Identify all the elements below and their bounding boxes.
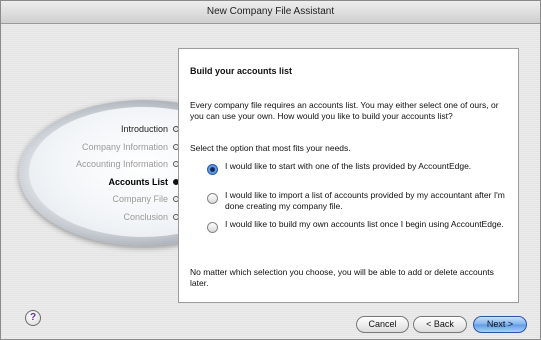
option-label[interactable]: I would like to import a list of account…	[225, 190, 505, 212]
step-conclusion: Conclusion	[1, 209, 180, 227]
step-label: Accounting Information	[75, 159, 168, 169]
assistant-window: New Company File Assistant Introduction …	[0, 0, 541, 340]
help-button[interactable]: ?	[25, 310, 41, 326]
next-button[interactable]: Next >	[473, 316, 527, 333]
prompt-text: Select the option that most fits your ne…	[190, 143, 351, 153]
content-panel: Build your accounts list Every company f…	[178, 48, 519, 303]
step-accounts-list: Accounts List	[1, 174, 180, 192]
step-company-file: Company File	[1, 191, 180, 209]
radio-button[interactable]	[207, 193, 218, 204]
step-accounting-information: Accounting Information	[1, 156, 180, 174]
step-list: Introduction Company Information Account…	[1, 121, 180, 226]
step-label: Company Information	[81, 141, 168, 152]
step-label: Company File	[112, 194, 168, 204]
footer-note: No matter which selection you choose, yo…	[190, 267, 494, 288]
step-label: Introduction	[120, 124, 168, 134]
window-title: New Company File Assistant	[1, 1, 540, 24]
step-label: Accounts List	[108, 176, 168, 187]
radio-button-selected[interactable]	[207, 164, 218, 175]
option-label[interactable]: I would like to start with one of the li…	[225, 161, 505, 172]
cancel-button[interactable]: Cancel	[356, 316, 409, 333]
step-label: Conclusion	[123, 211, 168, 222]
step-company-information: Company Information	[1, 139, 180, 157]
intro-text: Every company file requires an accounts …	[190, 100, 499, 121]
radio-button[interactable]	[207, 222, 218, 233]
panel-heading: Build your accounts list	[190, 66, 293, 76]
back-button[interactable]: < Back	[413, 316, 467, 333]
option-label[interactable]: I would like to build my own accounts li…	[225, 219, 505, 230]
step-introduction: Introduction	[1, 121, 180, 139]
